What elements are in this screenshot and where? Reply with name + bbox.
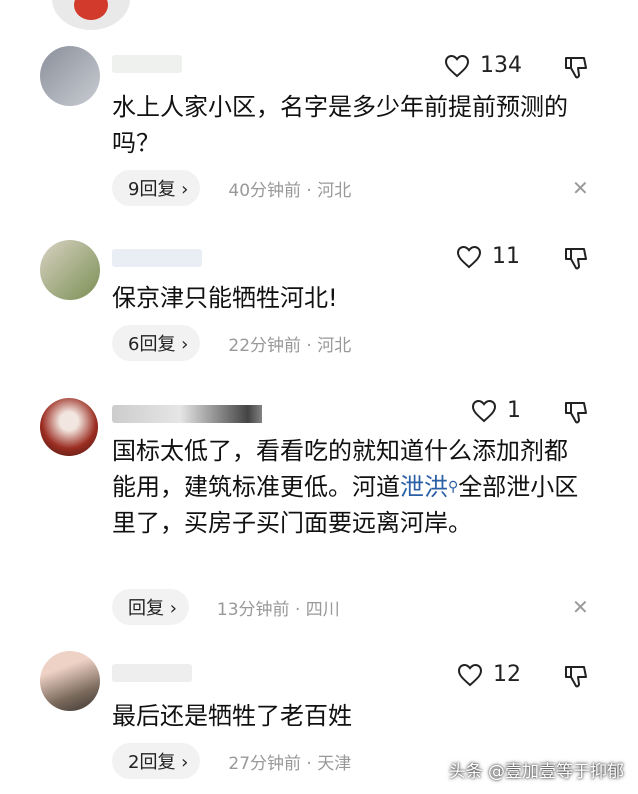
watermark: 头条 @壹加壹等于抑郁: [448, 762, 624, 782]
like-button[interactable]: 12: [457, 662, 521, 687]
like-button[interactable]: 1: [471, 398, 521, 423]
like-button[interactable]: 134: [444, 53, 522, 78]
like-count: 1: [507, 398, 521, 423]
comment-text: 保京津只能牺牲河北!: [112, 284, 338, 312]
thumbs-down-outline-icon[interactable]: [563, 55, 589, 85]
close-icon[interactable]: ✕: [572, 176, 589, 200]
avatar[interactable]: [40, 651, 100, 711]
search-link[interactable]: 泄洪: [400, 473, 448, 501]
avatar[interactable]: [40, 46, 100, 106]
avatar[interactable]: [40, 240, 100, 300]
comment-meta: 回复 › 13分钟前 · 四川: [112, 589, 340, 625]
comment-meta: 9回复 › 40分钟前 · 河北: [112, 170, 351, 206]
heart-outline-icon: [456, 245, 482, 269]
like-count: 11: [492, 244, 520, 269]
thumbs-down-outline-icon[interactable]: [563, 400, 589, 430]
comment-meta: 6回复 › 22分钟前 · 河北: [112, 325, 351, 361]
reply-button[interactable]: 回复 ›: [112, 589, 189, 625]
username-redacted[interactable]: [112, 246, 262, 268]
comment-meta: 2回复 › 27分钟前 · 天津: [112, 743, 351, 779]
reply-button[interactable]: 2回复 ›: [112, 743, 201, 779]
heart-outline-icon: [471, 399, 497, 423]
reply-button[interactable]: 9回复 ›: [112, 170, 201, 206]
comment-text: 最后还是牺牲了老百姓: [112, 702, 352, 730]
time-location: 27分钟前 · 天津: [228, 753, 352, 774]
search-icon[interactable]: ⚲: [448, 479, 458, 495]
thumbs-down-outline-icon[interactable]: [563, 664, 589, 694]
reply-button[interactable]: 6回复 ›: [112, 325, 201, 361]
heart-outline-icon: [457, 663, 483, 687]
username-redacted[interactable]: [112, 402, 262, 424]
thumbs-down-outline-icon[interactable]: [563, 246, 589, 276]
time-location: 40分钟前 · 河北: [228, 180, 352, 201]
comment-text: 水上人家小区，名字是多少年前提前预测的吗？: [112, 93, 568, 157]
username-redacted[interactable]: [112, 52, 262, 74]
top-avatar[interactable]: [52, 0, 130, 30]
heart-outline-icon: [444, 54, 470, 78]
close-icon[interactable]: ✕: [572, 595, 589, 619]
like-count: 134: [480, 53, 522, 78]
username-redacted[interactable]: [112, 661, 262, 683]
like-button[interactable]: 11: [456, 244, 520, 269]
comment-text: 国标太低了，看看吃的就知道什么添加剂都能用，建筑标准更低。河道泄洪⚲全部泄小区里…: [112, 433, 582, 541]
time-location: 22分钟前 · 河北: [228, 335, 352, 356]
like-count: 12: [493, 662, 521, 687]
avatar-image: [74, 0, 108, 20]
time-location: 13分钟前 · 四川: [216, 599, 340, 620]
avatar[interactable]: [40, 398, 98, 456]
